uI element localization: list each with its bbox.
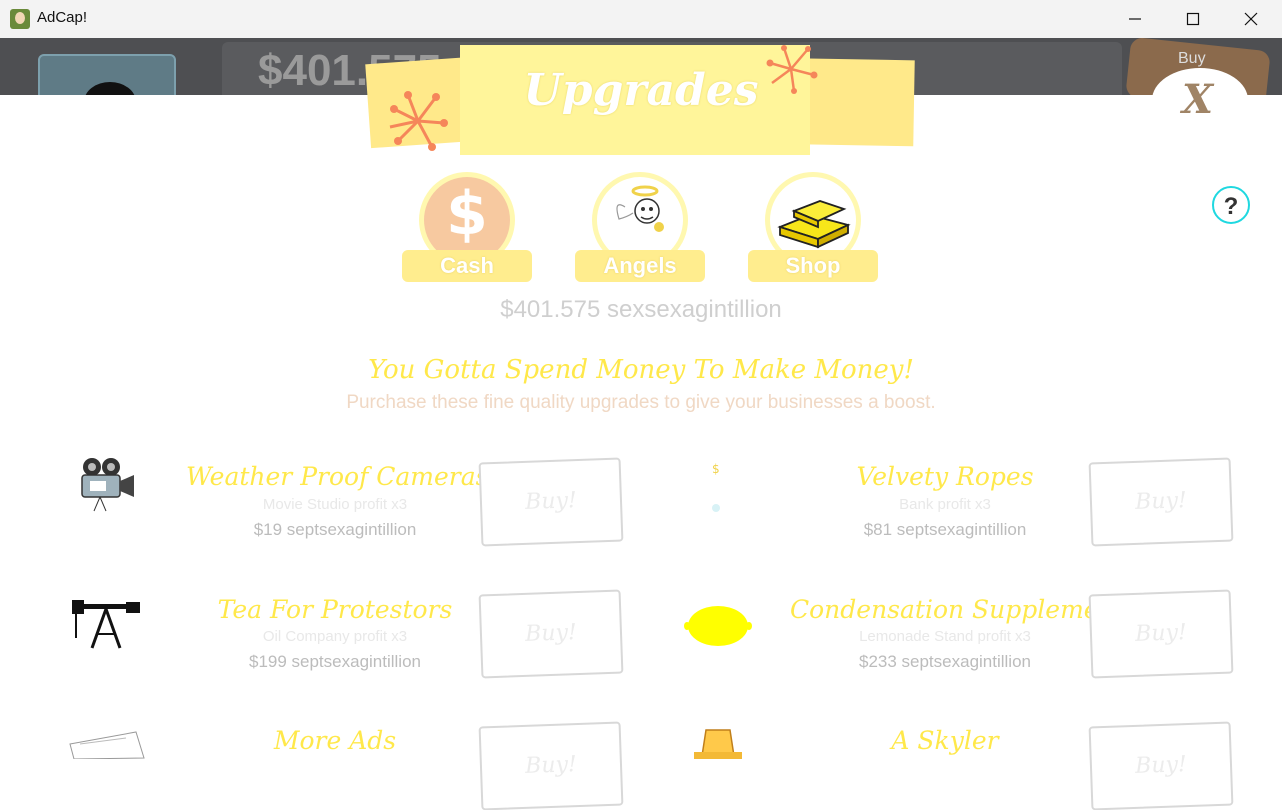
buy-button-label: Buy! xyxy=(1134,620,1188,647)
close-modal-icon: X xyxy=(1182,76,1214,123)
tab-shop-label: Shop xyxy=(748,250,878,282)
buy-multiplier-label: Buy xyxy=(1178,50,1206,67)
tab-shop[interactable]: Shop xyxy=(748,172,878,284)
upgrades-banner: Upgrades xyxy=(365,45,915,155)
minimize-button[interactable] xyxy=(1106,0,1164,38)
close-icon xyxy=(1244,12,1258,26)
upgrade-name: Condensation Supplements xyxy=(790,595,1138,624)
buy-button-label: Buy! xyxy=(524,620,578,647)
buy-button-label: Buy! xyxy=(1134,488,1188,515)
buy-button[interactable]: Buy! xyxy=(478,721,624,810)
upgrade-cost: $19 septsexagintillion xyxy=(253,520,417,539)
money-display: $401.575 sexsexagintillion xyxy=(500,296,782,323)
newspaper-icon xyxy=(69,731,145,759)
car-icon xyxy=(694,729,742,759)
movie-camera-icon xyxy=(81,458,134,512)
modal-title: Upgrades xyxy=(523,65,759,116)
app-icon xyxy=(10,9,30,29)
tab-angels[interactable]: Angels xyxy=(575,172,705,284)
oil-pump-icon xyxy=(72,600,140,649)
upgrade-cost: $81 septsexagintillion xyxy=(863,520,1027,539)
title-bar: AdCap! xyxy=(0,0,1282,39)
maximize-icon xyxy=(1186,12,1200,26)
buy-button[interactable]: Buy! xyxy=(1088,457,1234,547)
upgrade-desc: Bank profit x3 xyxy=(899,496,991,513)
upgrade-cost: $199 septsexagintillion xyxy=(248,652,421,671)
tab-cash[interactable]: $ Cash xyxy=(402,172,532,284)
upgrade-name: Weather Proof Cameras xyxy=(186,462,489,491)
subheadline: Purchase these fine quality upgrades to … xyxy=(346,392,936,413)
upgrade-name: A Skyler xyxy=(891,726,999,755)
buy-button[interactable]: Buy! xyxy=(478,457,624,547)
bank-icon: $ xyxy=(712,462,720,512)
upgrade-desc: Oil Company profit x3 xyxy=(262,628,408,645)
buy-button-label: Buy! xyxy=(524,488,578,515)
buy-button[interactable]: Buy! xyxy=(1088,721,1234,810)
svg-text:$: $ xyxy=(712,462,720,476)
buy-button-label: Buy! xyxy=(1134,752,1188,779)
help-button[interactable]: ? xyxy=(1212,186,1250,224)
upgrade-name: More Ads xyxy=(273,726,397,755)
buy-button-label: Buy! xyxy=(524,752,578,779)
tab-cash-label: Cash xyxy=(402,250,532,282)
tab-angels-label: Angels xyxy=(575,250,705,282)
maximize-button[interactable] xyxy=(1164,0,1222,38)
lemon-icon xyxy=(684,606,752,646)
buy-button[interactable]: Buy! xyxy=(478,589,624,679)
upgrade-name: Tea For Protestors xyxy=(217,595,453,624)
upgrade-desc: Movie Studio profit x3 xyxy=(262,496,408,513)
minimize-icon xyxy=(1129,18,1141,20)
window-title: AdCap! xyxy=(37,9,88,26)
headline: You Gotta Spend Money To Make Money! xyxy=(368,355,914,385)
buy-button[interactable]: Buy! xyxy=(1088,589,1234,679)
close-window-button[interactable] xyxy=(1222,0,1280,38)
upgrade-cost: $233 septsexagintillion xyxy=(858,652,1031,671)
upgrade-name: Velvety Ropes xyxy=(856,462,1034,491)
upgrade-desc: Lemonade Stand profit x3 xyxy=(859,628,1031,645)
